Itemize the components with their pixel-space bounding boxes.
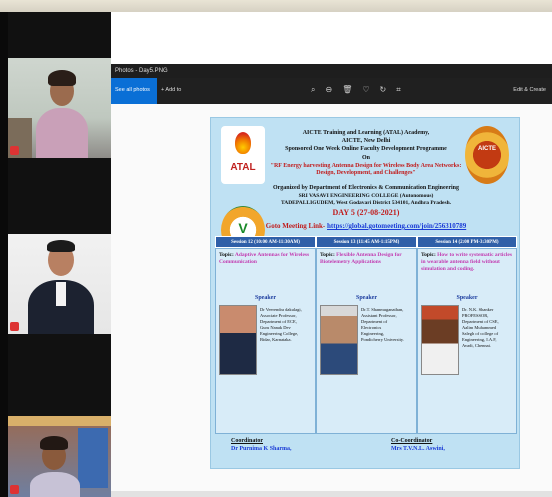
see-all-label: See all photos (115, 87, 150, 93)
coordinator-name: Dr Purnima K Sharma, (231, 445, 292, 452)
flame-icon (235, 132, 251, 154)
poster-line-college: SRI VASAVI ENGINEERING COLLEGE (Autonomo… (298, 193, 434, 199)
window-title: Photos - Day5.PNG (115, 68, 168, 74)
photo-tool-icons: ⌕ ⊖ 🗑 ♡ ↻ ⌗ (311, 85, 401, 95)
cocoordinator-block: Co-Coordinator Mrs T.V.N.L. Aswini, (391, 438, 445, 454)
session-13-topic: Topic: Flexible Antenna Design for Biote… (320, 252, 402, 265)
aicte-logo: AICTE (465, 126, 509, 184)
screen-top-edge (0, 0, 552, 12)
participant-hair (40, 436, 68, 450)
session-12-topic: Topic: Adaptive Antennas for Wireless Co… (219, 252, 310, 265)
shared-screen: Photos - Day5.PNG See all photos + Add t… (111, 12, 552, 497)
goto-meeting-line: Goto Meeting Link- https://global.gotome… (221, 222, 511, 230)
participant-body (36, 108, 88, 158)
muted-mic-icon (10, 322, 19, 331)
poster-line-title: "RF Energy harvesting Antenna Design for… (270, 163, 462, 176)
session-13-header: Session 13 (11:45 AM-1:15PM) (316, 236, 417, 248)
poster-line-academy: AICTE Training and Learning (ATAL) Acade… (302, 130, 430, 136)
session-12-cell: Topic: Adaptive Antennas for Wireless Co… (215, 248, 316, 434)
atal-logo-text: ATAL (230, 162, 256, 173)
fdp-poster: ATAL AICTE V AICTE Training and Learning… (210, 117, 520, 469)
session-14-speaker-label: Speaker (456, 295, 478, 301)
delete-icon[interactable]: 🗑 (342, 85, 352, 95)
edit-create-label: Edit & Create (513, 87, 546, 93)
shelf (8, 416, 111, 426)
coordinator-block: Coordinator Dr Purnima K Sharma, (231, 438, 292, 454)
goto-label: Goto Meeting Link- (265, 222, 326, 230)
coordinator-role: Coordinator (231, 438, 263, 444)
speaker-photo (421, 305, 459, 375)
muted-mic-icon (10, 485, 19, 494)
goto-meeting-link[interactable]: https://global.gotomeeting.com/join/2563… (327, 222, 466, 230)
muted-mic-icon (10, 146, 19, 155)
photos-title-bar: Photos - Day5.PNG (111, 64, 552, 78)
see-all-photos-button[interactable]: See all photos (111, 78, 157, 104)
aicte-logo-text: AICTE (478, 146, 496, 152)
rotate-icon[interactable]: ↻ (380, 85, 387, 95)
photos-toolbar: See all photos + Add to ⌕ ⊖ 🗑 ♡ ↻ ⌗ Edit… (111, 78, 552, 104)
session-13-speaker-details: Dr.T. Shanmuganathan, Assistant Professo… (361, 307, 404, 343)
cocoordinator-role: Co-Coordinator (391, 438, 433, 444)
participant-tile-2[interactable] (8, 234, 111, 334)
zoom-meeting-view: Photos - Day5.PNG See all photos + Add t… (0, 0, 552, 497)
poster-line-organizer: Organized by Department of Electronics &… (272, 185, 460, 191)
poster-line-aicte: AICTE, New Delhi (341, 138, 391, 144)
participant-gallery (8, 12, 111, 497)
poster-line-fdp: Sponsored One Week Online Faculty Develo… (285, 146, 447, 152)
participant-hair (48, 70, 76, 86)
session-13-cell: Topic: Flexible Antenna Design for Biote… (316, 248, 417, 434)
poster-line-address: TADEPALLIGUDEM, West Godavari District 5… (280, 200, 452, 206)
poster-day: DAY 5 (27-08-2021) (332, 208, 400, 217)
add-to-label: + Add to (161, 87, 182, 93)
session-12-speaker-label: Speaker (255, 295, 276, 301)
participant-tile-3[interactable] (8, 416, 111, 497)
participant-hair (47, 240, 75, 252)
participant-body (30, 472, 80, 497)
shirt-collar (56, 282, 66, 306)
speaker-photo (320, 305, 358, 375)
crop-icon[interactable]: ⌗ (396, 85, 401, 95)
session-14-topic: Topic: How to write systematic articles … (421, 252, 512, 272)
speaker-photo (219, 305, 257, 375)
session-14-cell: Topic: How to write systematic articles … (417, 248, 517, 434)
add-to-button[interactable]: + Add to (161, 87, 181, 93)
atal-logo: ATAL (221, 126, 265, 184)
zoom-in-icon[interactable]: ⌕ (311, 85, 315, 95)
session-13-speaker-label: Speaker (356, 295, 377, 301)
session-12-header: Session 12 (10:00 AM-11:30AM) (215, 236, 316, 248)
edit-create-button[interactable]: Edit & Create (513, 87, 546, 93)
favorite-icon[interactable]: ♡ (362, 85, 369, 95)
cocoordinator-name: Mrs T.V.N.L. Aswini, (391, 445, 445, 452)
session-14-header: Session 14 (2:00 PM-3:30PM) (417, 236, 517, 248)
sessions-table: Session 12 (10:00 AM-11:30AM) Topic: Ada… (215, 236, 517, 436)
horizontal-scrollbar[interactable] (111, 491, 552, 497)
poster-line-on: On (361, 155, 370, 161)
session-14-speaker-details: Dr. N.K. Shanker PROFESSOR, Department o… (462, 307, 499, 349)
participant-tile-1[interactable] (8, 58, 111, 158)
zoom-out-icon[interactable]: ⊖ (325, 85, 332, 95)
session-12-speaker-details: Dr Veerendra dakulagi, Associate Profess… (260, 307, 302, 343)
bookshelf (78, 428, 108, 488)
